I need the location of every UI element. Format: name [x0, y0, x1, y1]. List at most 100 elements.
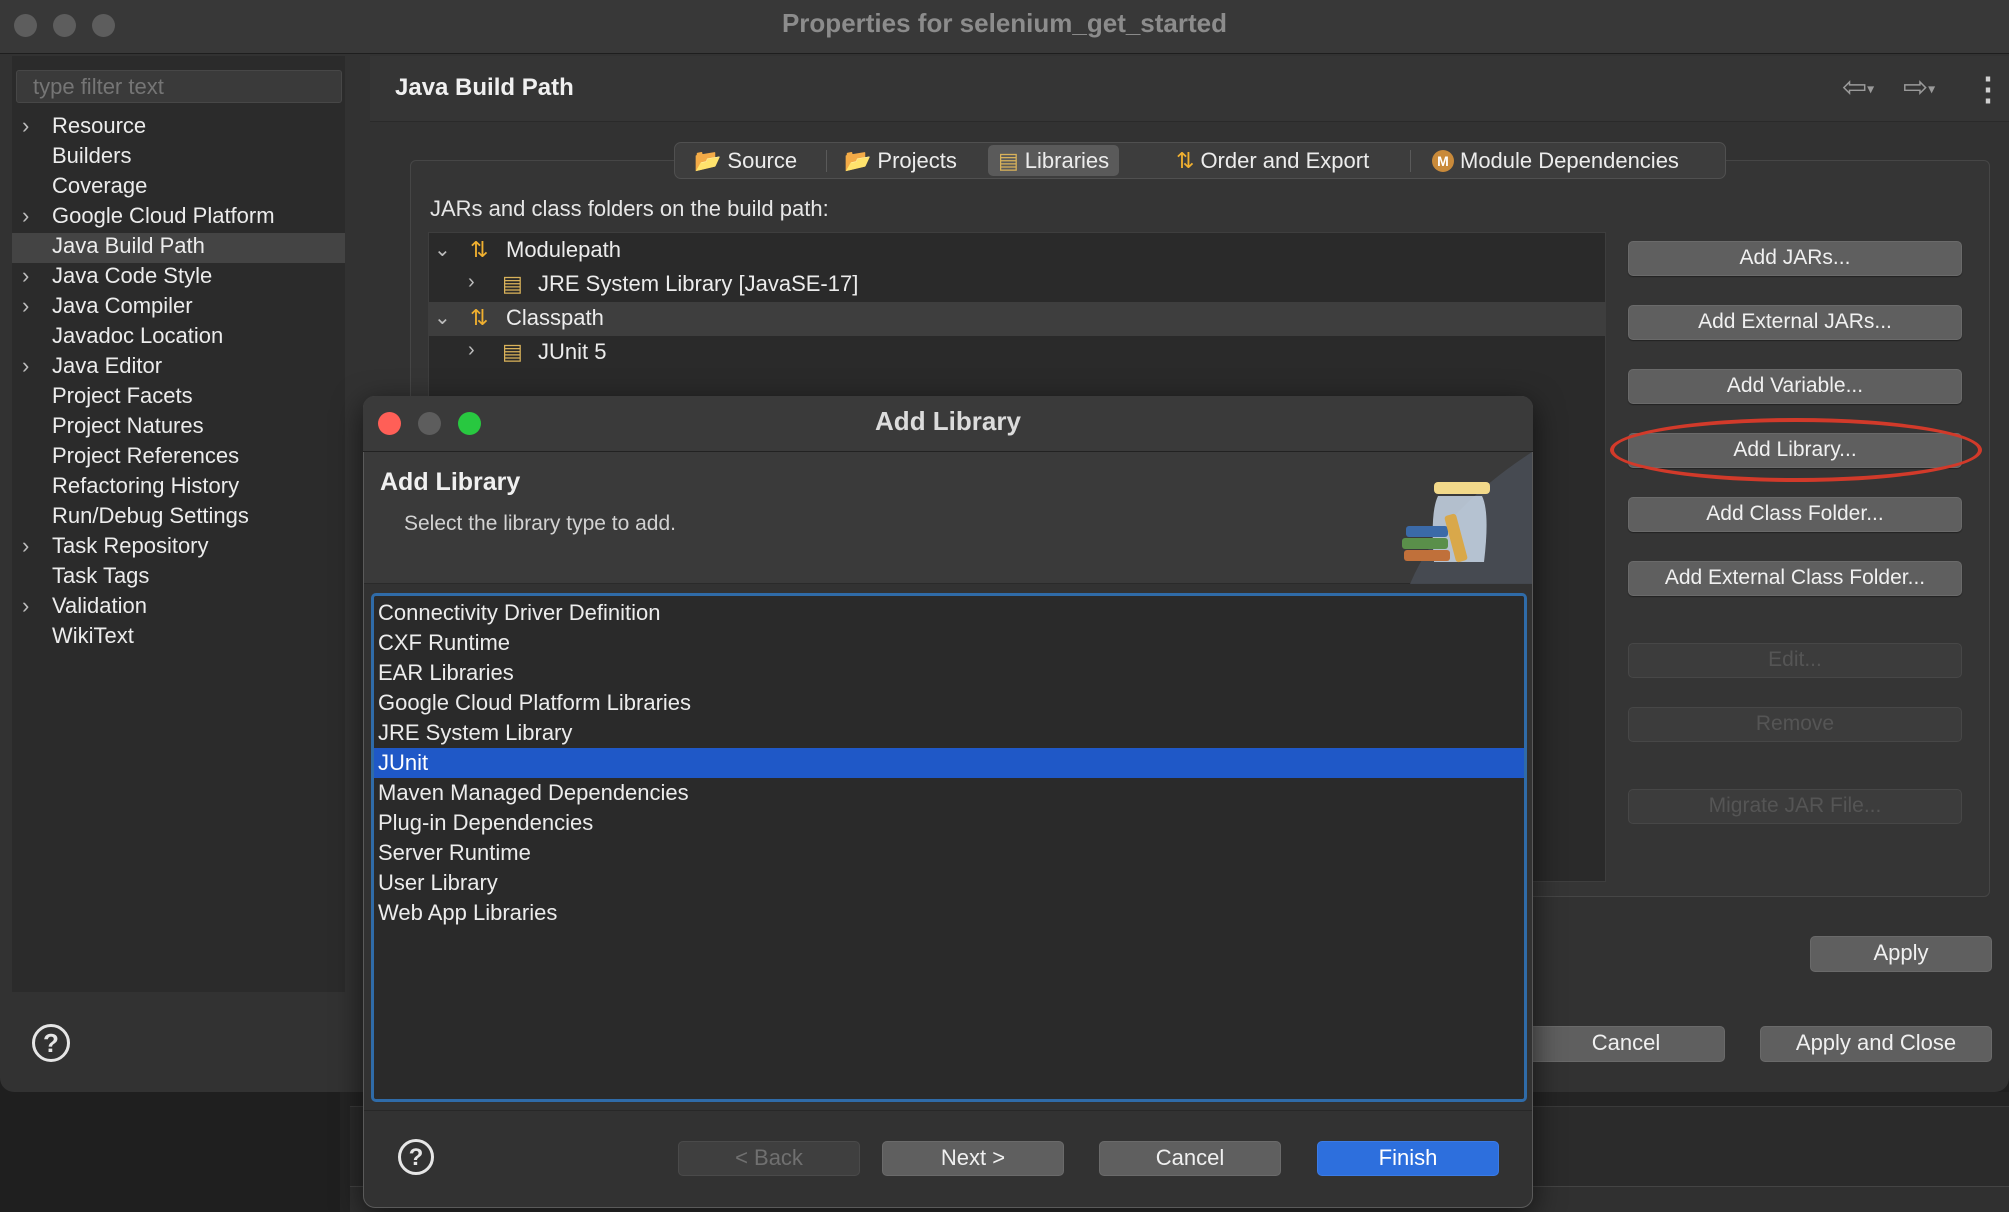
list-item[interactable]: EAR Libraries: [374, 658, 1524, 688]
sidebar-item[interactable]: Google Cloud Platform: [52, 203, 275, 233]
chevron-right-icon[interactable]: ›: [22, 113, 36, 143]
sidebar-item[interactable]: Resource: [52, 113, 146, 143]
chevron-right-icon[interactable]: ›: [22, 353, 36, 383]
sidebar-item[interactable]: Task Tags: [52, 563, 149, 593]
sidebar-item[interactable]: Javadoc Location: [52, 323, 223, 353]
order-icon: ⇅: [1176, 147, 1195, 173]
tree-item-modulepath[interactable]: ⌄ ⇅ Modulepath: [428, 234, 1606, 268]
list-item[interactable]: Google Cloud Platform Libraries: [374, 688, 1524, 718]
dialog-heading: Add Library: [380, 468, 521, 496]
apply-and-close-button[interactable]: Apply and Close: [1760, 1026, 1992, 1062]
library-jar-icon: [1402, 452, 1532, 584]
chevron-right-icon[interactable]: ›: [468, 339, 475, 362]
list-item[interactable]: JUnit: [374, 748, 1524, 778]
forward-arrow-icon[interactable]: ⇨▾: [1903, 70, 1935, 105]
chevron-right-icon[interactable]: ›: [22, 293, 36, 323]
tree-item-junit5[interactable]: › ▤ JUnit 5: [428, 336, 1606, 370]
edit-button[interactable]: Edit...: [1628, 643, 1962, 678]
tree-item-label: Modulepath: [506, 237, 621, 262]
list-item[interactable]: Plug-in Dependencies: [374, 808, 1524, 838]
tree-item-label: Classpath: [506, 305, 604, 330]
tab-projects[interactable]: 📂 Projects: [834, 145, 967, 176]
dialog-cancel-button[interactable]: Cancel: [1099, 1141, 1281, 1176]
chevron-right-icon[interactable]: ›: [22, 533, 36, 563]
chevron-right-icon[interactable]: ›: [468, 271, 475, 294]
sidebar-item[interactable]: Coverage: [52, 173, 147, 203]
sidebar-item[interactable]: WikiText: [52, 623, 134, 653]
tree-item-classpath[interactable]: ⌄ ⇅ Classpath: [428, 302, 1606, 336]
sidebar-item[interactable]: Run/Debug Settings: [52, 503, 249, 533]
sidebar-item[interactable]: Refactoring History: [52, 473, 239, 503]
dialog-title: Add Library: [875, 406, 1021, 436]
list-item[interactable]: Maven Managed Dependencies: [374, 778, 1524, 808]
order-icon: ⇅: [470, 237, 489, 262]
list-item[interactable]: Connectivity Driver Definition: [374, 598, 1524, 628]
folder-icon: 📂: [694, 147, 722, 173]
sidebar-item[interactable]: Project Natures: [52, 413, 204, 443]
chevron-right-icon[interactable]: ›: [22, 593, 36, 623]
tab-label: Source: [727, 147, 798, 173]
sidebar-item[interactable]: Java Build Path: [52, 233, 205, 263]
add-class-folder-button[interactable]: Add Class Folder...: [1628, 497, 1962, 532]
list-item[interactable]: JRE System Library: [374, 718, 1524, 748]
sidebar-item[interactable]: Builders: [52, 143, 131, 173]
list-item[interactable]: CXF Runtime: [374, 628, 1524, 658]
tree-item-label: JUnit 5: [538, 339, 607, 364]
red-annotation-circle: [1610, 418, 1982, 482]
back-arrow-icon[interactable]: ⇦▾: [1842, 70, 1874, 105]
tab-separator: [1410, 150, 1411, 172]
tab-label: Libraries: [1024, 147, 1110, 173]
page-title: Java Build Path: [395, 74, 574, 101]
tab-order-and-export[interactable]: ⇅ Order and Export: [1166, 145, 1379, 176]
add-jars-button[interactable]: Add JARs...: [1628, 241, 1962, 276]
tab-libraries[interactable]: ▤ Libraries: [988, 145, 1120, 176]
jars-label: JARs and class folders on the build path…: [430, 196, 829, 221]
tab-separator: [826, 150, 827, 172]
apply-button[interactable]: Apply: [1810, 936, 1992, 972]
chevron-down-icon[interactable]: ⌄: [434, 305, 451, 330]
chevron-down-icon[interactable]: ⌄: [434, 237, 451, 262]
add-variable-button[interactable]: Add Variable...: [1628, 369, 1962, 404]
tree-item-label: JRE System Library [JavaSE-17]: [538, 271, 859, 296]
content-header: [370, 56, 2009, 122]
sidebar-item[interactable]: Java Compiler: [52, 293, 193, 323]
list-item[interactable]: Web App Libraries: [374, 898, 1524, 928]
remove-button[interactable]: Remove: [1628, 707, 1962, 742]
add-external-class-folder-button[interactable]: Add External Class Folder...: [1628, 561, 1962, 596]
help-icon[interactable]: ?: [32, 1024, 70, 1062]
sidebar-item[interactable]: Java Editor: [52, 353, 162, 383]
back-button[interactable]: < Back: [678, 1141, 860, 1176]
sidebar-item[interactable]: Java Code Style: [52, 263, 212, 293]
tree-item-jre[interactable]: › ▤ JRE System Library [JavaSE-17]: [428, 268, 1606, 302]
library-icon: ▤: [502, 271, 523, 296]
add-external-jars-button[interactable]: Add External JARs...: [1628, 305, 1962, 340]
list-item[interactable]: Server Runtime: [374, 838, 1524, 868]
tab-label: Order and Export: [1200, 147, 1370, 173]
sidebar-item[interactable]: Project References: [52, 443, 239, 473]
chevron-right-icon[interactable]: ›: [22, 263, 36, 293]
finish-button[interactable]: Finish: [1317, 1141, 1499, 1176]
tab-label: Module Dependencies: [1460, 147, 1679, 173]
dialog-description: Select the library type to add.: [404, 512, 676, 535]
window-title: Properties for selenium_get_started: [781, 8, 1228, 38]
order-icon: ⇅: [470, 305, 489, 330]
tab-label: Projects: [877, 147, 957, 173]
more-menu-icon[interactable]: ⋮: [1972, 70, 2004, 108]
help-icon[interactable]: ?: [398, 1139, 434, 1175]
tab-module-dependencies[interactable]: M Module Dependencies: [1422, 145, 1689, 176]
cancel-button[interactable]: Cancel: [1527, 1026, 1725, 1062]
dialog-footer-divider: [364, 1110, 1532, 1111]
module-icon: M: [1432, 149, 1454, 172]
sidebar-item[interactable]: Task Repository: [52, 533, 209, 563]
library-icon: ▤: [998, 147, 1019, 173]
sidebar-item[interactable]: Project Facets: [52, 383, 193, 413]
chevron-right-icon[interactable]: ›: [22, 203, 36, 233]
library-icon: ▤: [502, 339, 523, 364]
migrate-jar-button[interactable]: Migrate JAR File...: [1628, 789, 1962, 824]
folder-icon: 📂: [844, 147, 872, 173]
tab-source[interactable]: 📂 Source: [684, 145, 807, 176]
sidebar-item[interactable]: Validation: [52, 593, 147, 623]
next-button[interactable]: Next >: [882, 1141, 1064, 1176]
list-item[interactable]: User Library: [374, 868, 1524, 898]
filter-input[interactable]: [16, 70, 342, 103]
